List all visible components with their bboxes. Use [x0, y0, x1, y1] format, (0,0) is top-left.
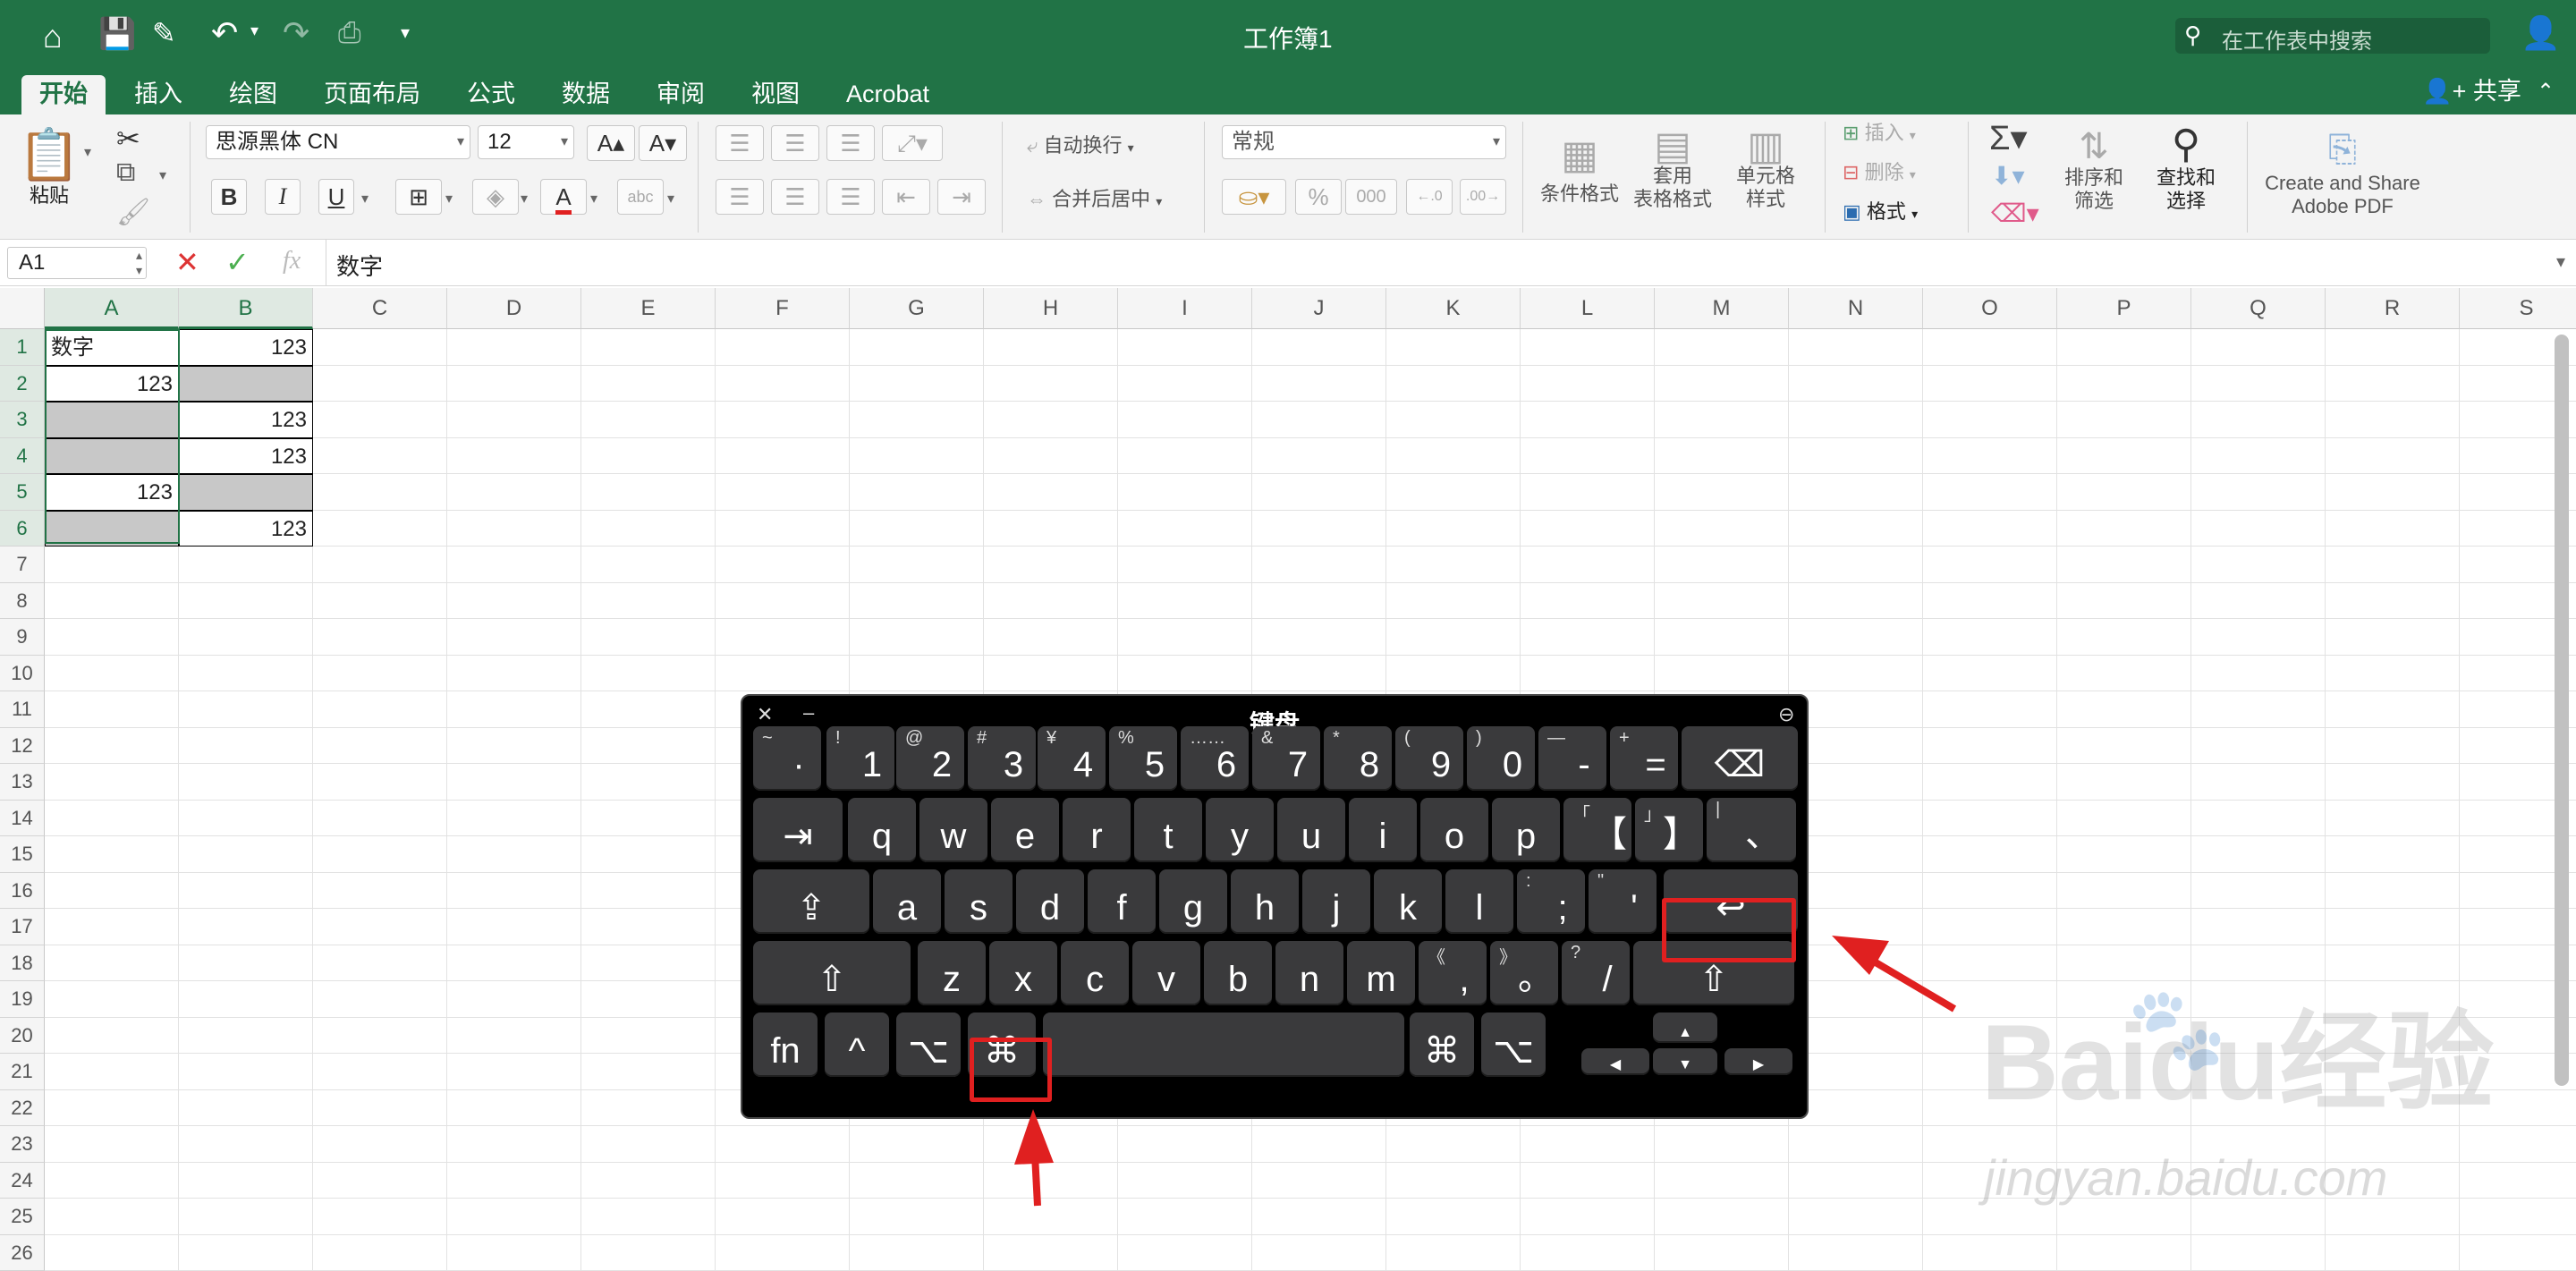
- annotation-arrows: [0, 0, 2576, 1261]
- arrow-to-command-key: [1014, 1109, 1054, 1206]
- arrow-to-return-key: [1832, 936, 1954, 1009]
